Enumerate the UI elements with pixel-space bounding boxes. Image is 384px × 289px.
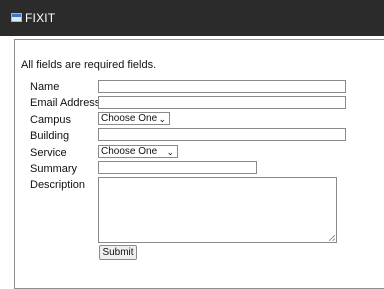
building-field[interactable] (98, 128, 346, 141)
title-bar: FIXIT (0, 0, 384, 36)
email-label: Email Address (30, 97, 101, 109)
summary-label: Summary (30, 163, 78, 175)
name-label: Name (30, 81, 60, 93)
campus-select-value: Choose One (101, 113, 158, 124)
service-select[interactable]: Choose One ⌄ (98, 145, 178, 158)
chevron-down-icon: ⌄ (158, 114, 166, 124)
building-label: Building (30, 130, 70, 142)
submit-button[interactable]: Submit (99, 245, 137, 260)
description-label: Description (30, 179, 86, 191)
window-icon (11, 13, 22, 22)
chevron-down-icon: ⌄ (166, 147, 174, 157)
window-title: FIXIT (25, 11, 56, 25)
service-label: Service (30, 147, 67, 159)
name-field[interactable] (98, 80, 346, 93)
campus-select[interactable]: Choose One ⌄ (98, 112, 170, 125)
resize-grip-icon[interactable] (329, 235, 335, 241)
campus-label: Campus (30, 114, 71, 126)
description-textarea[interactable] (98, 177, 337, 243)
service-select-value: Choose One (101, 146, 158, 157)
email-field[interactable] (98, 96, 346, 109)
summary-field[interactable] (98, 161, 257, 174)
required-fields-note: All fields are required fields. (21, 59, 157, 71)
